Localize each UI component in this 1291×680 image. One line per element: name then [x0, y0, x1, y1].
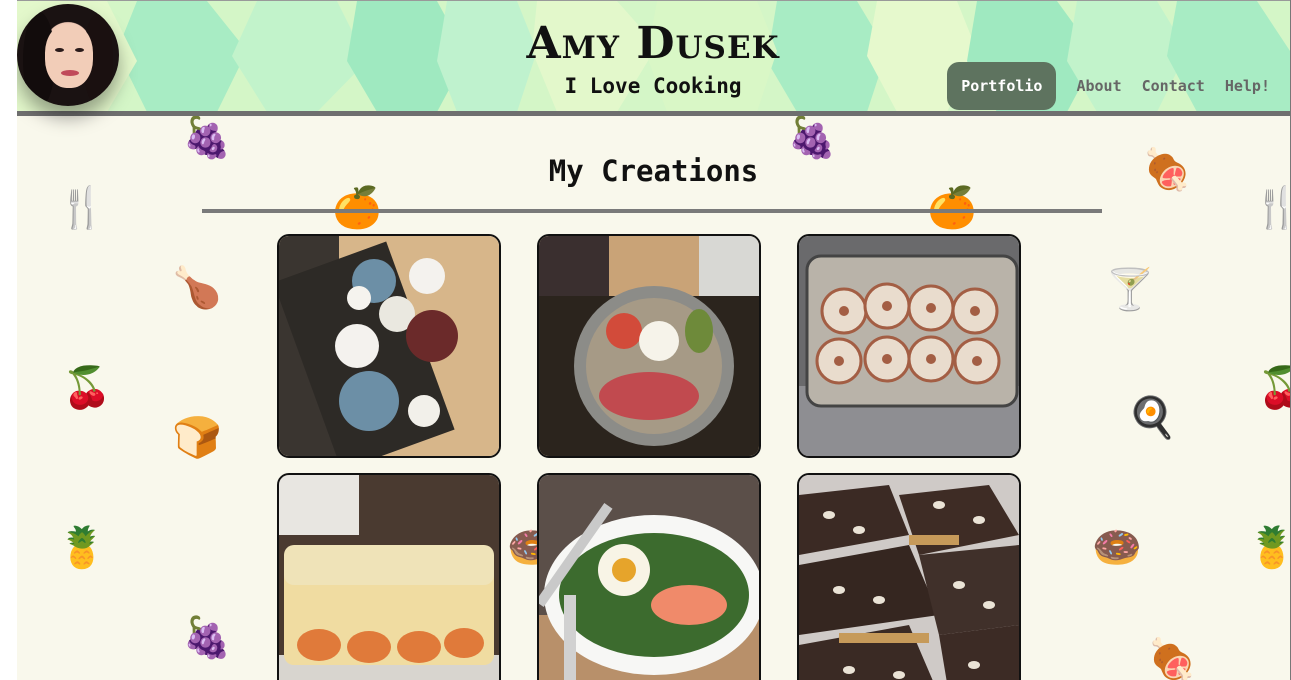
- gallery-photo-plate[interactable]: [537, 234, 761, 458]
- utensils-deco-icon: 🍴: [57, 185, 107, 231]
- heading-rule: [202, 209, 1102, 213]
- gallery-photo-cinnamon-rolls[interactable]: [797, 234, 1021, 458]
- cherry-deco-icon: 🍒: [62, 365, 112, 411]
- utensils-deco-icon: 🍴: [1252, 188, 1290, 228]
- chocolate-toffee-photo: [799, 475, 1019, 680]
- nav-contact-link[interactable]: Contact: [1142, 77, 1205, 95]
- pineapple-deco-icon: 🍍: [57, 525, 107, 571]
- grapes-deco-icon: 🍇: [182, 615, 232, 661]
- pineapple-deco-icon: 🍍: [1247, 528, 1290, 568]
- nav-portfolio-link[interactable]: Portfolio: [947, 62, 1057, 110]
- profile-avatar: [17, 4, 119, 106]
- cinnamon-rolls-photo: [799, 236, 1019, 456]
- site-title: Amy Dusek: [526, 18, 780, 69]
- turkey-deco-icon: 🍗: [172, 265, 222, 311]
- page: 🍇 🍴 🍗 🍒 🍞 🍍 🍇 🍊 🍇 🍊 🍸 🍖 🍳 🍩 🍩 🍖 🍍 🍴 🍒: [17, 0, 1291, 680]
- cocktail-deco-icon: 🍸: [1105, 267, 1155, 313]
- cherry-deco-icon: 🍒: [1257, 368, 1290, 408]
- breakfast-table-photo: [279, 236, 499, 456]
- citrus-deco-icon: 🍊: [927, 185, 977, 231]
- nav-about-link[interactable]: About: [1076, 77, 1121, 95]
- gallery-photo-breakfast[interactable]: [277, 234, 501, 458]
- main-nav: Portfolio About Contact Help!: [947, 62, 1270, 110]
- salmon-salad-photo: [539, 475, 759, 680]
- grapes-deco-icon: 🍇: [182, 115, 232, 161]
- gallery-photo-custard[interactable]: [277, 473, 501, 680]
- page-heading: My Creations: [548, 154, 759, 188]
- gallery-photo-salad[interactable]: [537, 473, 761, 680]
- site-subtitle: I Love Cooking: [564, 74, 742, 98]
- donut-deco-icon: 🍩: [1092, 525, 1142, 571]
- gallery-photo-toffee[interactable]: [797, 473, 1021, 680]
- grapes-deco-icon: 🍇: [787, 115, 837, 161]
- steak-deco-icon: 🍖: [1147, 637, 1197, 680]
- citrus-deco-icon: 🍊: [332, 185, 382, 231]
- nav-help-link[interactable]: Help!: [1225, 77, 1270, 95]
- grill-deco-icon: 🍳: [1127, 395, 1177, 441]
- custard-dessert-photo: [279, 475, 499, 680]
- bread-deco-icon: 🍞: [172, 415, 222, 461]
- header-divider: [17, 111, 1290, 116]
- plate-photo: [539, 236, 759, 456]
